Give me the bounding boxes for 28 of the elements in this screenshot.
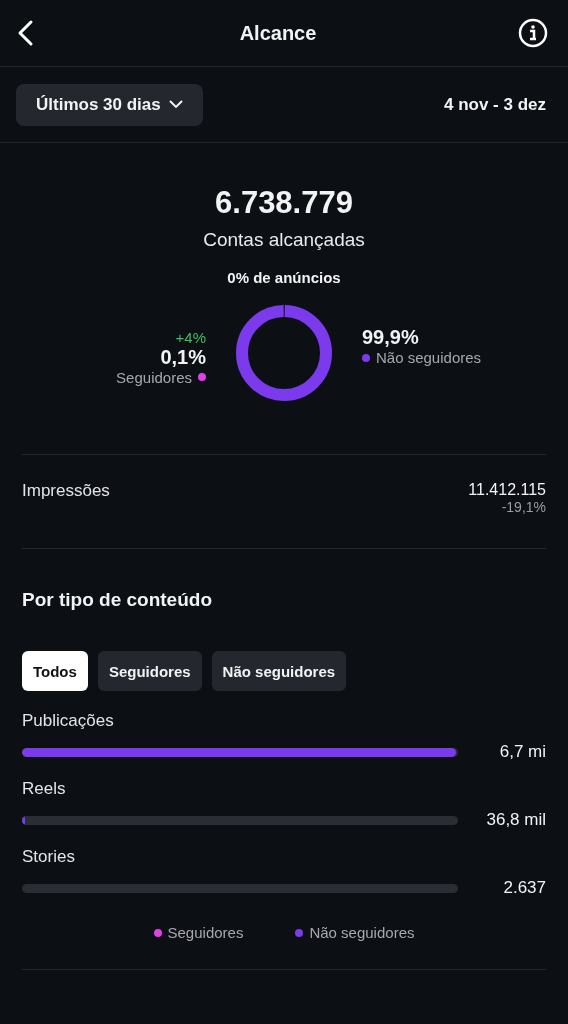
- segment-percent: 0,1%: [160, 345, 206, 369]
- ads-share: 0% de anúncios: [227, 269, 341, 286]
- content-type-label: Stories: [22, 847, 76, 867]
- period-dropdown[interactable]: Últimos 30 dias: [16, 83, 203, 126]
- date-range: 4 nov - 3 dez: [443, 94, 546, 115]
- filter-chip[interactable]: Seguidores: [97, 651, 202, 691]
- content-value: 2.637: [502, 878, 546, 898]
- content-type-label: Reels: [22, 779, 67, 799]
- legend-label: Seguidores: [167, 924, 244, 941]
- impressions-change: -19,1%: [501, 499, 546, 515]
- segment-label: Seguidores: [116, 368, 192, 386]
- chevron-icon: [168, 100, 183, 109]
- segment-percent: 99,9%: [362, 326, 419, 349]
- info-icon[interactable]: [518, 18, 548, 48]
- reach-caption: Contas alcançadas: [203, 229, 365, 251]
- reach-total: 6.738.779: [215, 185, 353, 221]
- change-label: +4%: [175, 328, 206, 346]
- filter-chip[interactable]: Não seguidores: [211, 651, 347, 691]
- impressions-label: Impressões: [22, 481, 110, 502]
- impressions-value: 11.412.115: [468, 481, 546, 499]
- section-title: Por tipo de conteúdo: [21, 588, 213, 611]
- content-value: 36,8 mil: [485, 810, 546, 830]
- legend-label: Não seguidores: [309, 924, 415, 941]
- segment-label: Não seguidores: [376, 349, 482, 366]
- filter-chip[interactable]: Todos: [22, 651, 88, 691]
- page-title: Alcance: [239, 21, 317, 45]
- content-value: 6,7 mi: [498, 742, 546, 762]
- content-type-label: Publicações: [22, 711, 115, 731]
